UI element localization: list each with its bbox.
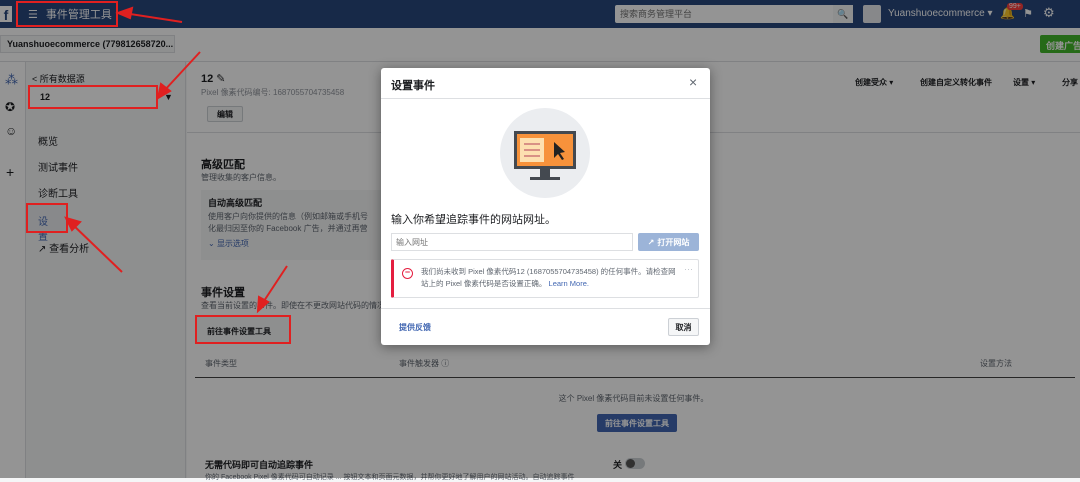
annotation-box bbox=[26, 203, 68, 233]
annotation-arrow bbox=[162, 51, 201, 93]
annotation-arrowhead bbox=[115, 6, 134, 20]
annotation-box bbox=[16, 1, 118, 27]
modal-footer-divider bbox=[381, 308, 710, 309]
annotation-arrow bbox=[261, 265, 288, 305]
computer-illustration bbox=[500, 108, 590, 198]
setup-events-modal: 设置事件 × 输入你希望追踪事件的网站网址。 ↗打开网站 − 我们尚未收到 Pi… bbox=[381, 68, 710, 345]
annotation-box bbox=[195, 315, 291, 344]
annotation-box bbox=[28, 85, 158, 109]
annotation-arrowhead bbox=[256, 295, 270, 314]
cancel-button[interactable]: 取消 bbox=[668, 318, 699, 336]
annotation-arrow bbox=[123, 12, 183, 23]
error-icon: − bbox=[402, 268, 413, 279]
modal-divider bbox=[381, 98, 710, 99]
url-prompt: 输入你希望追踪事件的网站网址。 bbox=[391, 214, 556, 226]
learn-more-link[interactable]: Learn More. bbox=[549, 279, 589, 288]
url-input[interactable] bbox=[391, 233, 633, 251]
external-link-icon: ↗ bbox=[647, 237, 655, 247]
annotation-arrowhead bbox=[64, 216, 82, 232]
close-icon[interactable]: × bbox=[689, 74, 697, 90]
open-website-button[interactable]: ↗ 打开网站 bbox=[638, 233, 699, 251]
error-message: 我们尚未收到 Pixel 像素代码12 (1687055704735458) 的… bbox=[421, 267, 676, 288]
more-options-icon[interactable]: ··· bbox=[684, 264, 693, 274]
error-notice: − 我们尚未收到 Pixel 像素代码12 (1687055704735458)… bbox=[391, 259, 699, 298]
modal-title: 设置事件 bbox=[391, 80, 435, 92]
annotation-arrow bbox=[71, 223, 123, 273]
feedback-link[interactable]: 提供反馈 bbox=[399, 322, 431, 333]
